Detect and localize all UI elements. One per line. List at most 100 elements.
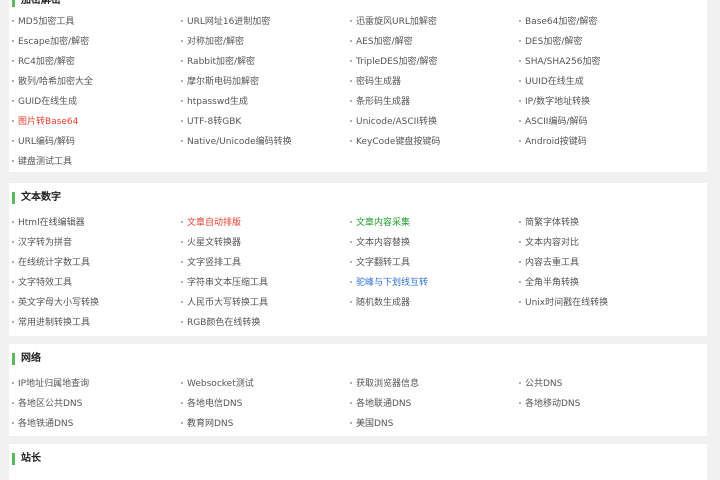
tool-link[interactable]: 火星文转换器: [178, 233, 347, 253]
tool-link-label: Unix时间戳在线转换: [525, 298, 609, 308]
tool-link[interactable]: RGB颜色在线转换: [178, 313, 347, 333]
bullet-dot-icon: [519, 19, 521, 22]
tool-link[interactable]: 常用进制转换工具: [9, 313, 178, 333]
tool-link[interactable]: Android按键码: [516, 132, 685, 152]
bullet-dot-icon: [181, 99, 183, 102]
tool-link[interactable]: 汉字转为拼音: [9, 233, 178, 253]
tool-link[interactable]: 各地移动DNS: [516, 394, 685, 414]
tool-link[interactable]: KeyCode键盘按键码: [347, 132, 516, 152]
section-3: 网络 IP地址归属地查询 Websocket测试 获取浏览器信息 公共DNS 各地区公共D…: [9, 344, 707, 436]
bullet-dot-icon: [12, 19, 14, 22]
bullet-dot-icon: [519, 139, 521, 142]
tool-link-label: TripleDES加密/解密: [356, 57, 438, 67]
tool-link-label: 文字翻转工具: [356, 258, 411, 268]
tool-link[interactable]: URL编码/解码: [9, 132, 178, 152]
tool-link[interactable]: 驼峰与下划线互转: [347, 273, 516, 293]
tool-link[interactable]: 各地区公共DNS: [9, 394, 178, 414]
tool-link[interactable]: htpasswd生成: [178, 92, 347, 112]
tool-link[interactable]: 对称加密/解密: [178, 32, 347, 52]
tool-link[interactable]: GUID在线生成: [9, 92, 178, 112]
tool-link[interactable]: UTF-8转GBK: [178, 112, 347, 132]
tool-link[interactable]: 字符串文本压缩工具: [178, 273, 347, 293]
tool-link[interactable]: 文章内容采集: [347, 213, 516, 233]
tool-link[interactable]: IP/数字地址转换: [516, 92, 685, 112]
tool-link[interactable]: IP地址归属地查询: [9, 374, 178, 394]
tool-link[interactable]: TripleDES加密/解密: [347, 52, 516, 72]
tool-link-label: IP地址归属地查询: [18, 379, 90, 389]
tool-link[interactable]: 各地联通DNS: [347, 394, 516, 414]
tool-link[interactable]: MD5加密工具: [9, 12, 178, 32]
tool-link[interactable]: 迅雷旋风URL加解密: [347, 12, 516, 32]
tool-link[interactable]: DES加密/解密: [516, 32, 685, 52]
bullet-dot-icon: [12, 401, 14, 404]
tool-link[interactable]: 文章自动排版: [178, 213, 347, 233]
bullet-dot-icon: [181, 139, 183, 142]
bullet-dot-icon: [12, 300, 14, 303]
tool-link[interactable]: 文字竖排工具: [178, 253, 347, 273]
tool-link[interactable]: SHA/SHA256加密: [516, 52, 685, 72]
tool-link-label: 各地联通DNS: [356, 399, 412, 409]
bullet-dot-icon: [519, 300, 521, 303]
tool-link-label: 英文字母大小写转换: [18, 298, 100, 308]
tool-link[interactable]: 在线统计字数工具: [9, 253, 178, 273]
tool-link[interactable]: 英文字母大小写转换: [9, 293, 178, 313]
bullet-dot-icon: [519, 99, 521, 102]
bullet-dot-icon: [12, 119, 14, 122]
tool-link[interactable]: 内容去重工具: [516, 253, 685, 273]
tool-link[interactable]: 教育网DNS: [178, 414, 347, 434]
bullet-dot-icon: [181, 320, 183, 323]
tool-link[interactable]: ASCII编码/解码: [516, 112, 685, 132]
tool-link[interactable]: 公共DNS: [516, 374, 685, 394]
tool-link[interactable]: Escape加密/解密: [9, 32, 178, 52]
tool-link[interactable]: 文字特效工具: [9, 273, 178, 293]
tool-link[interactable]: 随机数生成器: [347, 293, 516, 313]
bullet-dot-icon: [350, 260, 352, 263]
tool-link[interactable]: UUID在线生成: [516, 72, 685, 92]
section-title: 站长: [21, 453, 41, 464]
tool-link[interactable]: URL网址16进制加密: [178, 12, 347, 32]
bullet-dot-icon: [181, 260, 183, 263]
section-header: 网络: [9, 344, 707, 374]
tool-link[interactable]: Html在线编辑器: [9, 213, 178, 233]
tool-link[interactable]: 条形码生成器: [347, 92, 516, 112]
tool-link-label: ASCII编码/解码: [525, 117, 588, 127]
tool-link[interactable]: 全角半角转换: [516, 273, 685, 293]
tool-link[interactable]: 各地铁通DNS: [9, 414, 178, 434]
tool-link[interactable]: 简繁字体转换: [516, 213, 685, 233]
bullet-dot-icon: [519, 119, 521, 122]
tool-link[interactable]: 获取浏览器信息: [347, 374, 516, 394]
tool-link[interactable]: RC4加密/解密: [9, 52, 178, 72]
tool-link[interactable]: Unix时间戳在线转换: [516, 293, 685, 313]
tool-link-label: 驼峰与下划线互转: [356, 278, 429, 288]
tool-link[interactable]: 文本内容替换: [347, 233, 516, 253]
tool-link[interactable]: 人民币大写转换工具: [178, 293, 347, 313]
tool-grid: MD5加密工具 URL网址16进制加密 迅雷旋风URL加解密 Base64加密/解密 E…: [9, 12, 707, 172]
section-title: 文本数字: [21, 192, 61, 203]
tool-link[interactable]: 密码生成器: [347, 72, 516, 92]
tool-link[interactable]: Base64加密/解密: [516, 12, 685, 32]
tool-link[interactable]: Websocket测试: [178, 374, 347, 394]
tool-link[interactable]: 摩尔斯电码加解密: [178, 72, 347, 92]
tool-link[interactable]: 文字翻转工具: [347, 253, 516, 273]
tool-link-label: 条形码生成器: [356, 97, 411, 107]
tool-link-label: 散列/哈希加密大全: [18, 77, 94, 87]
tool-link-label: 迅雷旋风URL加解密: [356, 17, 437, 27]
tool-link[interactable]: 文本内容对比: [516, 233, 685, 253]
tool-link-label: 随机数生成器: [356, 298, 411, 308]
bullet-dot-icon: [181, 300, 183, 303]
bullet-dot-icon: [181, 59, 183, 62]
bullet-dot-icon: [350, 240, 352, 243]
tool-link[interactable]: 散列/哈希加密大全: [9, 72, 178, 92]
tool-link[interactable]: Unicode/ASCII转换: [347, 112, 516, 132]
tool-link[interactable]: Rabbit加密/解密: [178, 52, 347, 72]
bullet-dot-icon: [519, 39, 521, 42]
bullet-dot-icon: [12, 240, 14, 243]
tool-link-label: 各地区公共DNS: [18, 399, 83, 409]
tool-link[interactable]: Native/Unicode编码转换: [178, 132, 347, 152]
tool-link[interactable]: 键盘测试工具: [9, 152, 178, 172]
tool-link[interactable]: AES加密/解密: [347, 32, 516, 52]
bullet-dot-icon: [350, 280, 352, 283]
tool-link[interactable]: 各地电信DNS: [178, 394, 347, 414]
tool-link[interactable]: 图片转Base64: [9, 112, 178, 132]
tool-link[interactable]: 美国DNS: [347, 414, 516, 434]
